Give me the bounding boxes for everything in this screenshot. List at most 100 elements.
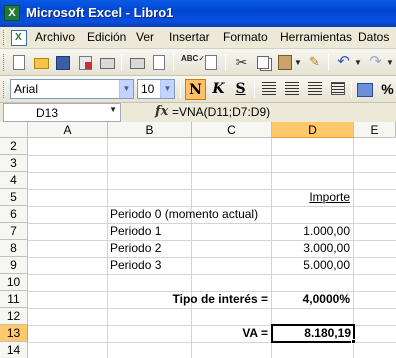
currency-button[interactable] <box>356 80 375 99</box>
cut-button[interactable]: ✂ <box>232 53 251 72</box>
cell-b7[interactable]: Periodo 1 <box>108 223 191 240</box>
row-header-11[interactable]: 11 <box>0 291 28 308</box>
grid-line <box>28 274 396 275</box>
toolbar-grip[interactable] <box>3 54 6 71</box>
cell-d13-selected[interactable]: 8.180,19 <box>271 324 355 343</box>
save-disk-icon <box>56 56 70 70</box>
font-size-select[interactable]: 10 ▼ <box>137 79 175 99</box>
align-center-button[interactable] <box>285 82 299 95</box>
redo-dropdown-icon[interactable]: ▼ <box>386 53 394 72</box>
cell-b9[interactable]: Periodo 3 <box>108 257 191 274</box>
toolbar-separator <box>225 54 226 71</box>
font-size-value: 10 <box>141 82 155 96</box>
align-left-button[interactable] <box>262 82 276 95</box>
row-header-6[interactable]: 6 <box>0 206 28 223</box>
row-header-5[interactable]: 5 <box>0 189 28 206</box>
research-button[interactable] <box>202 53 221 72</box>
print-preview-button[interactable] <box>150 53 169 72</box>
row-header-2[interactable]: 2 <box>0 138 28 155</box>
email-icon <box>100 58 115 69</box>
new-button[interactable] <box>10 53 29 72</box>
row-header-3[interactable]: 3 <box>0 155 28 172</box>
column-header-a[interactable]: A <box>28 122 108 138</box>
grid-line <box>28 155 396 156</box>
cell-d11[interactable]: 4,0000% <box>272 291 353 308</box>
chevron-down-icon[interactable]: ▼ <box>160 80 174 98</box>
cell-d8[interactable]: 3.000,00 <box>272 240 353 257</box>
undo-dropdown-icon[interactable]: ▼ <box>354 53 362 72</box>
row-header-7[interactable]: 7 <box>0 223 28 240</box>
menu-herramientas[interactable]: Herramientas <box>280 30 352 44</box>
cell-c13[interactable]: VA = <box>192 325 271 342</box>
toolbar-grip[interactable] <box>3 81 6 98</box>
menu-edicion[interactable]: Edición <box>87 30 126 44</box>
row-header-10[interactable]: 10 <box>0 274 28 291</box>
row-header-13[interactable]: 13 <box>0 325 28 342</box>
menu-formato[interactable]: Formato <box>223 30 268 44</box>
menu-ver[interactable]: Ver <box>136 30 154 44</box>
chevron-down-icon[interactable]: ▼ <box>109 105 117 114</box>
paste-dropdown-icon[interactable]: ▼ <box>294 53 302 72</box>
permission-button[interactable] <box>76 53 95 72</box>
print-button[interactable] <box>128 53 147 72</box>
worksheet-grid[interactable]: A B C D E 2 3 4 5 6 7 8 9 10 11 12 13 14… <box>0 122 396 358</box>
cell-c11[interactable]: Tipo de interés = <box>130 291 271 308</box>
underline-button[interactable]: S <box>230 79 251 100</box>
cell-b6[interactable]: Periodo 0 (momento actual) <box>108 206 288 223</box>
undo-button[interactable]: ↶ <box>334 53 353 72</box>
grid-line <box>28 308 396 309</box>
menu-grip-handle[interactable] <box>3 30 6 45</box>
spelling-button[interactable]: ABC✓ <box>180 53 205 72</box>
cell-d7[interactable]: 1.000,00 <box>272 223 353 240</box>
permission-icon <box>79 56 92 70</box>
bold-button[interactable]: N <box>185 79 206 100</box>
formatting-toolbar: Arial ▼ 10 ▼ N K S % <box>0 76 396 103</box>
percent-button[interactable]: % <box>378 80 396 99</box>
copy-button[interactable] <box>254 53 273 72</box>
menu-datos[interactable]: Datos <box>358 30 389 44</box>
formula-input[interactable]: =VNA(D11;D7:D9) <box>172 105 270 119</box>
email-button[interactable] <box>98 53 117 72</box>
name-box[interactable]: D13 ▼ <box>3 103 121 122</box>
chevron-down-icon[interactable]: ▼ <box>119 80 133 98</box>
menu-insertar[interactable]: Insertar <box>169 30 210 44</box>
toolbar-separator <box>328 54 329 71</box>
row-header-9[interactable]: 9 <box>0 257 28 274</box>
column-header-c[interactable]: C <box>192 122 272 138</box>
fill-handle[interactable] <box>351 339 356 344</box>
format-painter-button[interactable]: ✎ <box>305 53 324 72</box>
paste-button[interactable] <box>276 53 295 72</box>
insert-function-icon[interactable]: fx <box>155 104 168 119</box>
copy-icon <box>257 56 269 69</box>
toolbar-separator <box>173 54 174 71</box>
new-document-icon <box>13 55 25 70</box>
open-button[interactable] <box>32 53 51 72</box>
toolbar-separator <box>351 81 352 98</box>
cell-b8[interactable]: Periodo 2 <box>108 240 191 257</box>
row-header-8[interactable]: 8 <box>0 240 28 257</box>
row-header-12[interactable]: 12 <box>0 308 28 325</box>
select-all-corner[interactable] <box>0 122 28 138</box>
toolbar-separator <box>180 81 181 98</box>
column-header-b[interactable]: B <box>108 122 192 138</box>
menu-archivo[interactable]: Archivo <box>35 30 75 44</box>
workbook-icon[interactable] <box>11 30 27 46</box>
row-header-14[interactable]: 14 <box>0 342 28 358</box>
save-button[interactable] <box>54 53 73 72</box>
column-header-d[interactable]: D <box>272 122 354 138</box>
menu-bar: Archivo Edición Ver Insertar Formato Her… <box>0 27 396 49</box>
open-folder-icon <box>34 58 49 69</box>
research-icon <box>205 55 217 70</box>
redo-button[interactable]: ↷ <box>366 53 385 72</box>
font-name-select[interactable]: Arial ▼ <box>10 79 134 99</box>
cell-d5[interactable]: Importe <box>272 189 353 206</box>
column-header-e[interactable]: E <box>354 122 396 138</box>
merge-center-button[interactable] <box>331 82 345 95</box>
row-header-4[interactable]: 4 <box>0 172 28 189</box>
excel-app-icon[interactable]: X <box>4 5 20 21</box>
print-preview-icon <box>153 55 165 70</box>
italic-button[interactable]: K <box>208 79 229 100</box>
cell-d9[interactable]: 5.000,00 <box>272 257 353 274</box>
align-right-button[interactable] <box>308 82 322 95</box>
standard-toolbar: ABC✓ ✂ ▼ ✎ ↶ ▼ ↷ ▼ <box>0 49 396 76</box>
